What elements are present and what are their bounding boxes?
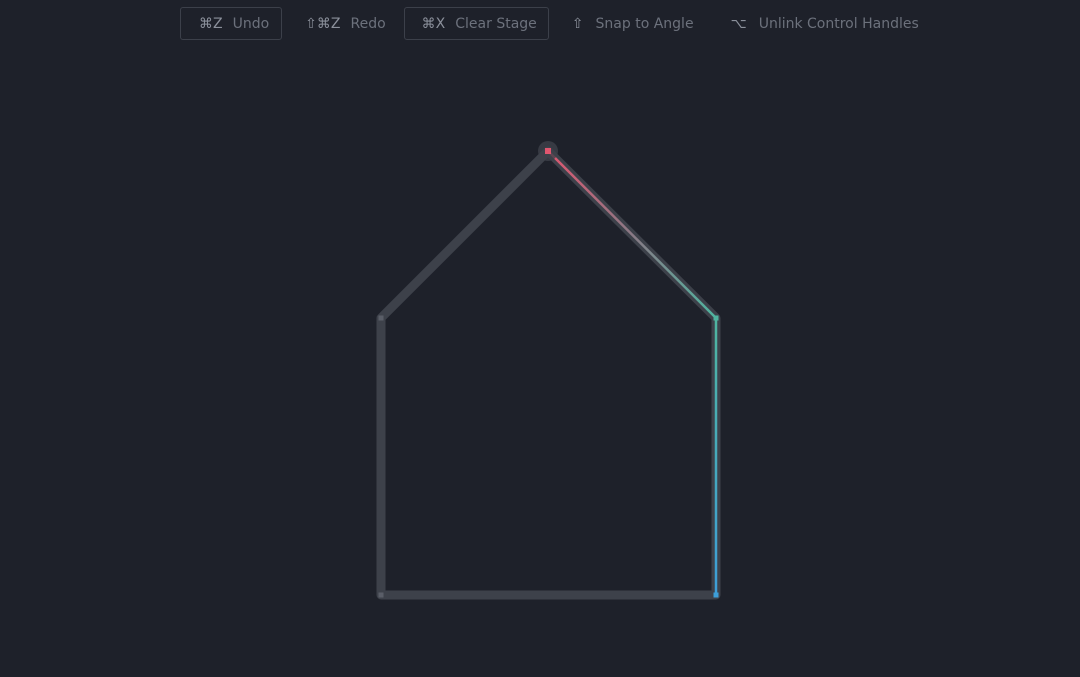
drawing-stage[interactable]: ⌘Z Undo ⇧⌘Z Redo ⌘X Clear Stage ⇧ Snap t…	[0, 0, 1080, 677]
apex-anchor[interactable]	[545, 148, 551, 154]
right-bottom-anchor[interactable]	[713, 592, 719, 598]
left-bottom-anchor[interactable]	[378, 592, 384, 598]
active-segment-roof[interactable]	[547, 150, 717, 319]
left-top-anchor[interactable]	[378, 315, 384, 321]
shape-path[interactable]	[376, 146, 721, 600]
right-top-anchor[interactable]	[713, 315, 719, 321]
path-canvas[interactable]	[0, 0, 1080, 677]
